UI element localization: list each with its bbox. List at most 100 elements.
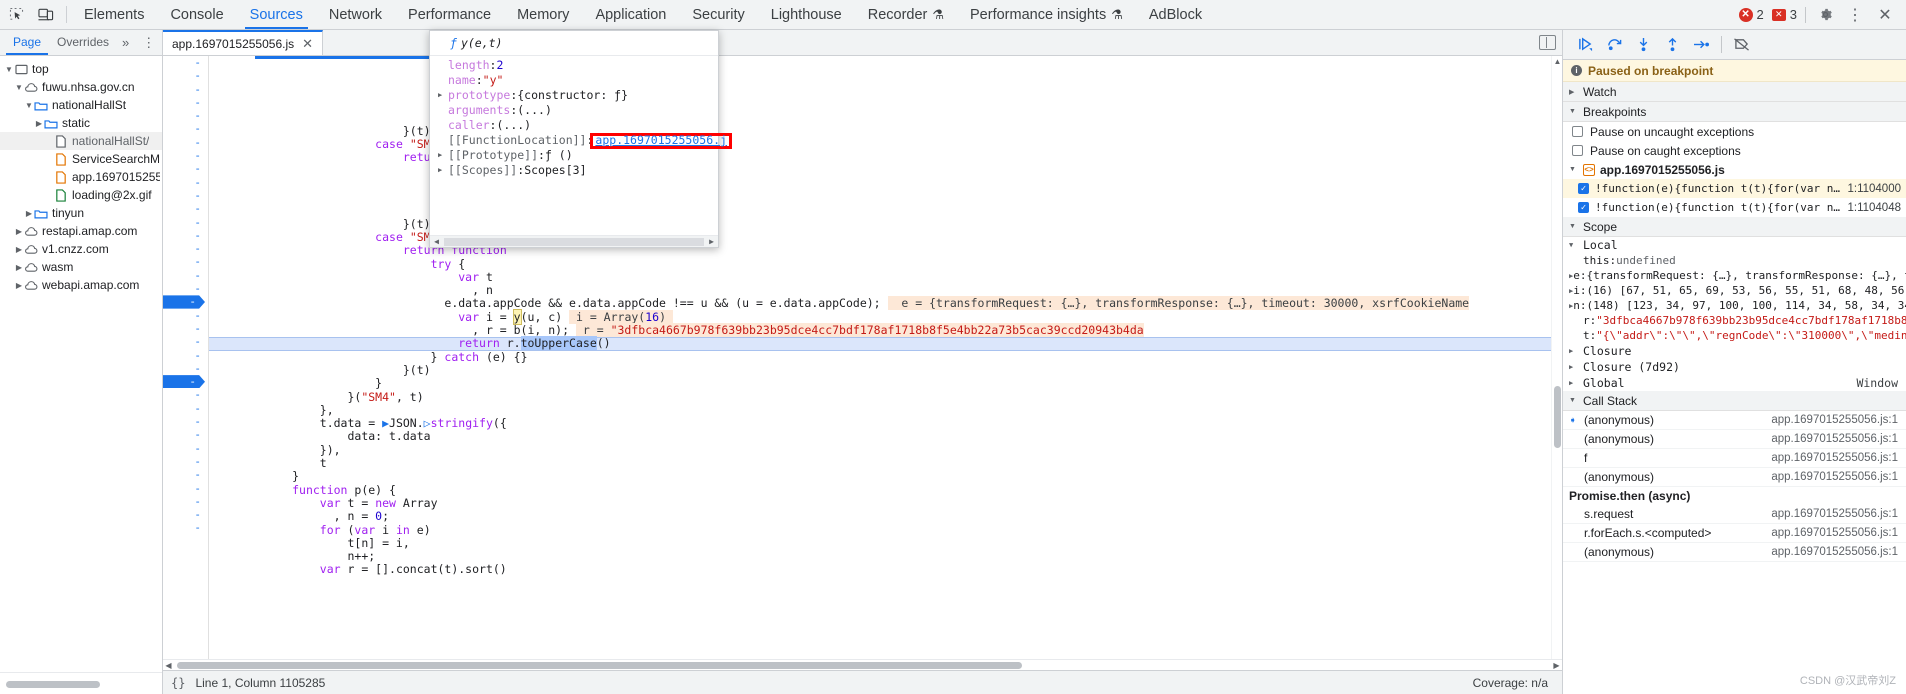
object-inspector-popup[interactable]: ƒ y(e,t) length: 2 name: "y" ▶ prototype: {c… bbox=[429, 30, 732, 248]
code-line[interactable]: , r = b(i, n); r = "3dfbca4667b978f639bb… bbox=[209, 323, 1551, 338]
chevron-right-icon[interactable]: ▶ bbox=[1569, 363, 1578, 371]
navigator-menu-icon[interactable]: ⋮ bbox=[135, 35, 162, 51]
code-line[interactable]: t.data = ▶JSON.▷stringify({ bbox=[209, 416, 1551, 430]
line-number[interactable]: - bbox=[163, 521, 208, 534]
tree-item[interactable]: ▶ v1.cnzz.com bbox=[0, 240, 162, 258]
editor-horizontal-scrollbar[interactable]: ◀ ▶ bbox=[163, 659, 1562, 670]
chevron-right-icon[interactable]: ▶ bbox=[438, 148, 448, 163]
line-number[interactable]: - bbox=[163, 269, 208, 282]
popup-scroll-thumb[interactable] bbox=[444, 238, 704, 246]
call-stack-frame[interactable]: s.request app.1697015255056.js:1 bbox=[1563, 505, 1906, 524]
code-line[interactable]: var t bbox=[209, 177, 1551, 191]
scope-variable-row[interactable]: r: "3dfbca4667b978f639bb23b95dce4cc7bdf1… bbox=[1563, 313, 1906, 328]
tree-item[interactable]: ▼ nationalHallSt bbox=[0, 96, 162, 114]
editor-code[interactable]: o.doEnd } catch (e) }(t); case "SM3": re… bbox=[209, 56, 1551, 659]
line-number[interactable]: - bbox=[163, 322, 208, 335]
popup-property-row[interactable]: name: "y" bbox=[430, 73, 718, 88]
call-stack-frame[interactable]: (anonymous) app.1697015255056.js:1 bbox=[1563, 430, 1906, 449]
inspect-element-icon[interactable] bbox=[6, 5, 26, 25]
scope-variable-row[interactable]: t: "{\"addr\":\"\",\"regnCode\":\"310000… bbox=[1563, 328, 1906, 343]
scroll-left-icon[interactable]: ◀ bbox=[163, 660, 174, 671]
pause-uncaught-checkbox[interactable] bbox=[1572, 126, 1583, 137]
breakpoint-marker[interactable]: - bbox=[163, 295, 208, 309]
popup-property-value[interactable]: app.1697015255056.j bbox=[595, 133, 727, 148]
chevron-right-icon[interactable]: ▶ bbox=[14, 263, 24, 272]
line-number[interactable]: - bbox=[163, 362, 208, 375]
line-number[interactable]: - bbox=[163, 83, 208, 96]
code-line[interactable]: o.doEnd bbox=[209, 97, 1551, 111]
chevron-right-icon[interactable]: ▶ bbox=[14, 227, 24, 236]
code-line[interactable]: return r.toUpperCase() bbox=[209, 336, 1551, 351]
nav-tab-page[interactable]: Page bbox=[6, 30, 49, 55]
pretty-print-icon[interactable]: {} bbox=[171, 676, 185, 690]
resume-script-execution-button[interactable] bbox=[1572, 33, 1598, 57]
call-stack-frame[interactable]: (anonymous) app.1697015255056.js:1 bbox=[1563, 543, 1906, 562]
tab-elements[interactable]: Elements bbox=[71, 0, 157, 29]
step-button[interactable] bbox=[1688, 33, 1714, 57]
chevron-right-icon[interactable]: ▶ bbox=[14, 281, 24, 290]
code-line[interactable]: try { bbox=[209, 257, 1551, 271]
code-line[interactable]: } bbox=[209, 376, 1551, 390]
scope-block-row[interactable]: ▶ Global Window bbox=[1563, 375, 1906, 391]
tree-item[interactable]: ▼ fuwu.nhsa.gov.cn bbox=[0, 78, 162, 96]
code-line[interactable]: }), bbox=[209, 443, 1551, 457]
scope-local-header[interactable]: ▼ Local bbox=[1563, 237, 1906, 253]
line-number[interactable]: - bbox=[163, 255, 208, 268]
code-line[interactable]: n++; bbox=[209, 549, 1551, 563]
code-line[interactable]: e.data.appCode && e.data.appCode !== u &… bbox=[209, 296, 1551, 311]
call-stack-frame[interactable]: f app.1697015255056.js:1 bbox=[1563, 449, 1906, 468]
line-number[interactable]: - bbox=[163, 242, 208, 255]
scope-variable-row[interactable]: ▶ e: {transformRequest: {…}, transformRes… bbox=[1563, 268, 1906, 283]
line-number[interactable]: - bbox=[163, 455, 208, 468]
warning-count-badge[interactable]: ✕ 3 bbox=[1771, 7, 1797, 22]
chevron-right-icon[interactable]: ▶ bbox=[438, 88, 448, 103]
breakpoints-section-header[interactable]: ▼ Breakpoints bbox=[1563, 102, 1906, 122]
code-line[interactable]: data: t.data bbox=[209, 430, 1551, 444]
tree-item[interactable]: ▶loading@2x.gif bbox=[0, 186, 162, 204]
code-line[interactable]: t[n] = i, bbox=[209, 536, 1551, 550]
call-stack-frame[interactable]: (anonymous) app.1697015255056.js:1 bbox=[1563, 468, 1906, 487]
line-number[interactable]: - bbox=[163, 149, 208, 162]
code-line[interactable]: case "SM3": bbox=[209, 137, 1551, 151]
line-number[interactable]: - bbox=[163, 136, 208, 149]
line-number[interactable]: - bbox=[163, 109, 208, 122]
tab-sources[interactable]: Sources bbox=[237, 0, 316, 29]
code-line[interactable]: try { bbox=[209, 164, 1551, 178]
scroll-up-icon[interactable]: ▲ bbox=[1552, 56, 1562, 67]
call-stack-section-header[interactable]: ▼ Call Stack bbox=[1563, 391, 1906, 411]
breakpoint-flag[interactable]: - bbox=[163, 295, 205, 309]
scope-variable-row[interactable]: this: undefined bbox=[1563, 253, 1906, 268]
popup-property-row[interactable]: length: 2 bbox=[430, 58, 718, 73]
scope-variable-row[interactable]: ▶ i: (16) [67, 51, 65, 69, 53, 56, 55, 51… bbox=[1563, 283, 1906, 298]
line-number[interactable]: - bbox=[163, 442, 208, 455]
tree-item[interactable]: ▶ tinyun bbox=[0, 204, 162, 222]
tab-application[interactable]: Application bbox=[582, 0, 679, 29]
tree-item[interactable]: ▶ webapi.amap.com bbox=[0, 276, 162, 294]
close-icon[interactable]: ✕ bbox=[302, 36, 313, 52]
tab-network[interactable]: Network bbox=[316, 0, 395, 29]
code-line[interactable]: }("SM4", t) bbox=[209, 390, 1551, 404]
code-line[interactable]: var t bbox=[209, 270, 1551, 284]
call-stack-frame[interactable]: ➧ (anonymous) app.1697015255056.js:1 bbox=[1563, 411, 1906, 430]
scroll-right-icon[interactable]: ▶ bbox=[705, 236, 718, 248]
code-line[interactable]: }(t) bbox=[209, 363, 1551, 377]
chevron-right-icon[interactable]: ▶ bbox=[438, 163, 448, 178]
breakpoint-enabled-checkbox[interactable] bbox=[1578, 202, 1589, 213]
line-number[interactable]: - bbox=[163, 176, 208, 189]
gear-icon[interactable] bbox=[1814, 4, 1836, 26]
line-number[interactable]: - bbox=[163, 508, 208, 521]
line-number[interactable]: - bbox=[163, 349, 208, 362]
navigator-scroll-thumb[interactable] bbox=[6, 681, 100, 688]
popup-property-row[interactable]: [[FunctionLocation]]: app.1697015255056.… bbox=[430, 132, 732, 149]
line-number[interactable]: - bbox=[163, 216, 208, 229]
code-line[interactable]: }(t); bbox=[209, 217, 1551, 231]
step-over-next-function-call-button[interactable] bbox=[1601, 33, 1627, 57]
close-icon[interactable]: ✕ bbox=[1874, 4, 1896, 26]
more-options-icon[interactable]: ⋮ bbox=[1844, 4, 1866, 26]
tree-item[interactable]: ▼ top bbox=[0, 60, 162, 78]
code-line[interactable]: }, bbox=[209, 403, 1551, 417]
tab-security[interactable]: Security bbox=[679, 0, 757, 29]
code-line[interactable]: return function bbox=[209, 151, 1551, 164]
chevron-right-icon[interactable]: ▶ bbox=[34, 119, 44, 128]
tab-performance[interactable]: Performance bbox=[395, 0, 504, 29]
